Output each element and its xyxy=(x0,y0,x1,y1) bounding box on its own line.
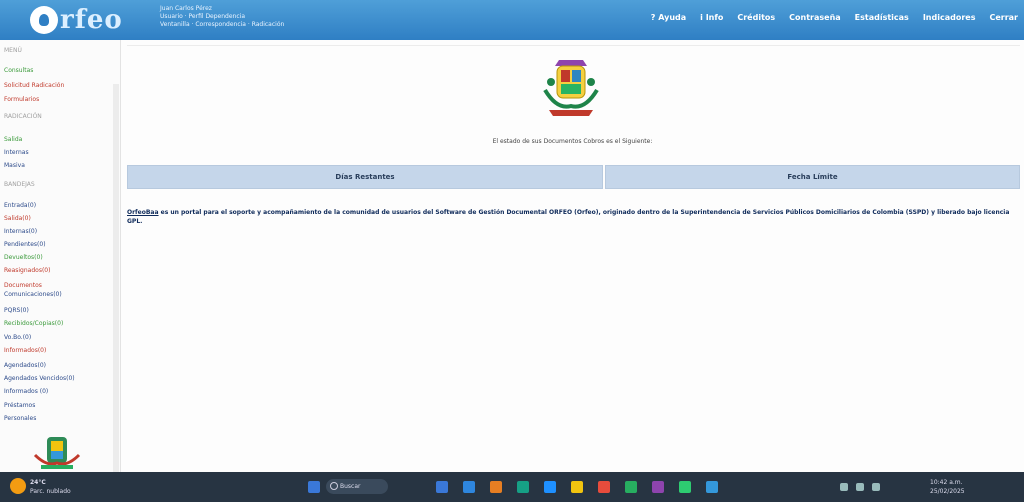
windows-start-icon[interactable] xyxy=(308,481,320,493)
sidebar-item-internas-count[interactable]: Internas(0) xyxy=(4,228,37,235)
taskbar: 24°C Parc. nublado Buscar 10:42 a.m. 25/… xyxy=(0,472,1024,502)
sidebar-item-informados[interactable]: Informados(0) xyxy=(4,347,46,354)
nav-estadisticas[interactable]: Estadísticas xyxy=(855,13,909,22)
sidebar-item-masiva[interactable]: Masiva xyxy=(4,162,25,169)
logo-text: rfeo xyxy=(60,5,123,35)
sidebar-item-bandejas[interactable]: BANDEJAS xyxy=(4,181,35,188)
sidebar-item-agendados-vencidos[interactable]: Agendados Vencidos(0) xyxy=(4,375,75,382)
main-content: El estado de sus Documentos Cobros es el… xyxy=(121,40,1024,472)
top-bar: rfeo Juan Carlos Pérez Usuario · Perfil … xyxy=(0,0,1024,40)
entity-crest-icon xyxy=(543,60,599,116)
sidebar-item-salida-count[interactable]: Salida(0) xyxy=(4,215,31,222)
user-line-3: Ventanilla · Correspondencia · Radicació… xyxy=(160,21,285,28)
status-caption: El estado de sus Documentos Cobros es el… xyxy=(492,138,653,145)
taskbar-app-icon[interactable] xyxy=(544,481,556,493)
taskbar-app-icon[interactable] xyxy=(463,481,475,493)
sidebar-item-reasignados[interactable]: Reasignados(0) xyxy=(4,267,50,274)
taskbar-app-icon[interactable] xyxy=(706,481,718,493)
sidebar-item-entrada[interactable]: Entrada(0) xyxy=(4,202,36,209)
taskbar-app-icon[interactable] xyxy=(517,481,529,493)
user-line-2: Usuario · Perfil Dependencia xyxy=(160,13,245,20)
sidebar-item-vistos-buenos[interactable]: Vo.Bo.(0) xyxy=(4,334,31,341)
sidebar-item-documentos[interactable]: Documentos xyxy=(4,282,42,289)
sidebar-scrollbar[interactable] xyxy=(113,84,119,484)
col-header-dias-restantes[interactable]: Días Restantes xyxy=(127,165,603,189)
taskbar-app-icon[interactable] xyxy=(571,481,583,493)
user-line-1: Juan Carlos Pérez xyxy=(160,5,212,12)
sidebar-item-comunicaciones[interactable]: Comunicaciones(0) xyxy=(4,291,62,298)
taskbar-search[interactable]: Buscar xyxy=(326,479,388,494)
taskbar-app-icon[interactable] xyxy=(490,481,502,493)
nav-cerrar[interactable]: Cerrar xyxy=(989,13,1018,22)
sidebar-item-informados-2[interactable]: Informados (0) xyxy=(4,388,48,395)
weather-icon[interactable] xyxy=(10,478,26,494)
sidebar-item-solicitud-radicacion[interactable]: Solicitud Radicación xyxy=(4,82,64,89)
taskbar-app-icon[interactable] xyxy=(598,481,610,493)
nav-creditos[interactable]: Créditos xyxy=(737,13,775,22)
weather-desc: Parc. nublado xyxy=(30,488,71,495)
user-info: Juan Carlos Pérez Usuario · Perfil Depen… xyxy=(160,5,284,29)
orfeo-logo[interactable]: rfeo xyxy=(30,3,123,37)
clock-time[interactable]: 10:42 a.m. xyxy=(930,479,963,486)
sidebar-item-pqrs[interactable]: PQRS(0) xyxy=(4,307,29,314)
portal-description-text: es un portal para el soporte y acompañam… xyxy=(127,209,1010,225)
sidebar-item-agendados[interactable]: Agendados(0) xyxy=(4,362,46,369)
battery-icon[interactable] xyxy=(872,483,880,491)
weather-temp: 24°C xyxy=(30,479,46,486)
taskbar-app-icon[interactable] xyxy=(625,481,637,493)
search-placeholder: Buscar xyxy=(340,483,361,490)
portal-description: OrfeoBaa es un portal para el soporte y … xyxy=(127,208,1020,226)
nav-indicadores[interactable]: Indicadores xyxy=(923,13,976,22)
sidebar-item-personales[interactable]: Personales xyxy=(4,415,36,422)
sidebar-item-recibidos[interactable]: Recibidos/Copias(0) xyxy=(4,320,63,327)
taskbar-app-icon[interactable] xyxy=(679,481,691,493)
nav-ayuda[interactable]: ? Ayuda xyxy=(651,13,686,22)
search-icon xyxy=(330,482,338,490)
sidebar-item-formularios[interactable]: Formularios xyxy=(4,96,39,103)
taskbar-app-icon[interactable] xyxy=(652,481,664,493)
top-nav: ? Ayuda i Info Créditos Contraseña Estad… xyxy=(651,13,1018,22)
divider xyxy=(127,45,1020,46)
clock-date[interactable]: 25/02/2025 xyxy=(930,488,965,495)
wifi-icon[interactable] xyxy=(840,483,848,491)
taskbar-app-icon[interactable] xyxy=(436,481,448,493)
volume-icon[interactable] xyxy=(856,483,864,491)
sidebar-item-menu[interactable]: MENÚ xyxy=(4,47,22,54)
sidebar-item-prestamos[interactable]: Préstamos xyxy=(4,402,35,409)
sidebar: MENÚ Consultas Solicitud Radicación Formula… xyxy=(0,40,121,484)
sidebar-item-internas[interactable]: Internas xyxy=(4,149,29,156)
sidebar-item-radicacion[interactable]: RADICACIÓN xyxy=(4,113,42,120)
col-header-fecha-limite[interactable]: Fecha Límite xyxy=(605,165,1020,189)
logo-icon xyxy=(30,6,58,34)
sidebar-crest-icon xyxy=(33,437,81,469)
sidebar-item-devueltos[interactable]: Devueltos(0) xyxy=(4,254,43,261)
nav-info[interactable]: i Info xyxy=(700,13,723,22)
sidebar-item-salida[interactable]: Salida xyxy=(4,136,22,143)
portal-link[interactable]: OrfeoBaa xyxy=(127,209,159,216)
sidebar-item-pendientes[interactable]: Pendientes(0) xyxy=(4,241,46,248)
nav-contrasena[interactable]: Contraseña xyxy=(789,13,841,22)
sidebar-item-consultas[interactable]: Consultas xyxy=(4,67,33,74)
